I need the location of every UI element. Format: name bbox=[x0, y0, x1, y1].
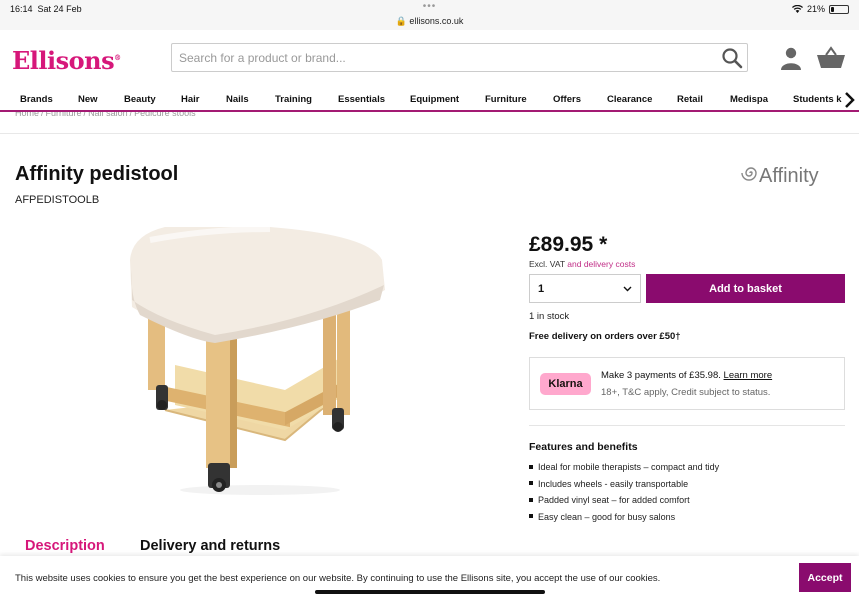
vat-note: Excl. VAT and delivery costs bbox=[529, 259, 636, 269]
home-indicator[interactable] bbox=[315, 590, 545, 594]
wifi-icon bbox=[791, 5, 803, 13]
features-heading: Features and benefits bbox=[529, 441, 638, 453]
klarna-offer: Make 3 payments of £35.98. Learn more bbox=[601, 370, 773, 381]
tab-description[interactable]: Description bbox=[25, 538, 105, 554]
breadcrumb-item[interactable]: Furniture bbox=[46, 112, 82, 118]
feature-item: Padded vinyl seat – for added comfort bbox=[529, 492, 719, 509]
breadcrumb-separator: / bbox=[129, 112, 133, 118]
search-input[interactable] bbox=[172, 44, 712, 71]
url-text: ellisons.co.uk bbox=[409, 16, 464, 26]
account-icon[interactable] bbox=[779, 46, 803, 70]
nav-item-equipment[interactable]: Equipment bbox=[410, 94, 459, 105]
chevron-right-icon[interactable] bbox=[842, 91, 856, 109]
affinity-brand-logo[interactable]: Affinity bbox=[740, 163, 819, 188]
stock-status: 1 in stock bbox=[529, 311, 570, 322]
product-sku: AFPEDISTOOLB bbox=[15, 194, 100, 206]
search-box[interactable] bbox=[171, 43, 748, 72]
nav-item-beauty[interactable]: Beauty bbox=[124, 94, 156, 105]
product-price: £89.95 * bbox=[529, 233, 608, 256]
search-icon[interactable] bbox=[721, 47, 743, 69]
status-bar: 16:14 Sat 24 Feb ••• 🔒 ellisons.co.uk 21… bbox=[0, 0, 859, 30]
ellisons-logo[interactable]: Ellisons® bbox=[12, 46, 121, 75]
cookie-text: This website uses cookies to ensure you … bbox=[15, 573, 661, 584]
divider bbox=[529, 425, 845, 426]
nav-item-nails[interactable]: Nails bbox=[226, 94, 249, 105]
battery-icon bbox=[829, 4, 849, 14]
nav-item-clearance[interactable]: Clearance bbox=[607, 94, 652, 105]
accept-cookies-button[interactable]: Accept bbox=[799, 563, 851, 592]
main-nav: Brands New Beauty Hair Nails Training Essentia… bbox=[0, 90, 859, 112]
feature-item: Easy clean – good for busy salons bbox=[529, 509, 719, 526]
add-to-basket-button[interactable]: Add to basket bbox=[646, 274, 845, 303]
klarna-panel: Klarna Make 3 payments of £35.98. Learn … bbox=[529, 357, 845, 410]
klarna-terms: 18+, T&C apply, Credit subject to status… bbox=[601, 387, 771, 398]
breadcrumb-item[interactable]: Home bbox=[15, 112, 39, 118]
nav-item-medispa[interactable]: Medispa bbox=[730, 94, 768, 105]
nav-item-new[interactable]: New bbox=[78, 94, 98, 105]
features-list: Ideal for mobile therapists – compact an… bbox=[529, 459, 719, 525]
product-image[interactable] bbox=[120, 215, 395, 500]
breadcrumb-item[interactable]: Pedicure stools bbox=[134, 112, 196, 118]
feature-item: Includes wheels - easily transportable bbox=[529, 476, 719, 493]
breadcrumb: Home / Furniture / Nail salon / Pedicure stool… bbox=[15, 112, 198, 120]
nav-item-brands[interactable]: Brands bbox=[20, 94, 53, 105]
tab-delivery-returns[interactable]: Delivery and returns bbox=[140, 538, 280, 554]
nav-item-retail[interactable]: Retail bbox=[677, 94, 703, 105]
learn-more-link[interactable]: Learn more bbox=[724, 370, 773, 381]
breadcrumb-separator: / bbox=[83, 112, 87, 118]
nav-item-students-k[interactable]: Students k bbox=[793, 94, 842, 105]
quantity-select[interactable]: 1 bbox=[529, 274, 641, 303]
status-indicators: 21% bbox=[791, 4, 849, 14]
basket-icon[interactable] bbox=[816, 46, 846, 70]
nav-item-furniture[interactable]: Furniture bbox=[485, 94, 527, 105]
free-delivery-note: Free delivery on orders over £50† bbox=[529, 331, 681, 342]
battery-percent: 21% bbox=[806, 4, 825, 14]
chevron-down-icon bbox=[623, 286, 632, 291]
quantity-value: 1 bbox=[538, 282, 545, 295]
nav-item-hair[interactable]: Hair bbox=[181, 94, 199, 105]
tab-dots-icon[interactable]: ••• bbox=[0, 1, 859, 12]
breadcrumb-separator: / bbox=[41, 112, 44, 118]
feature-item: Ideal for mobile therapists – compact an… bbox=[529, 459, 719, 476]
breadcrumb-item[interactable]: Nail salon bbox=[88, 112, 128, 118]
lock-icon: 🔒 bbox=[395, 16, 407, 26]
klarna-logo: Klarna bbox=[540, 373, 591, 395]
nav-item-essentials[interactable]: Essentials bbox=[338, 94, 385, 105]
delivery-costs-link[interactable]: and delivery costs bbox=[567, 259, 635, 269]
address-bar[interactable]: 🔒 ellisons.co.uk bbox=[0, 16, 859, 27]
divider bbox=[0, 133, 859, 134]
nav-item-training[interactable]: Training bbox=[275, 94, 312, 105]
nav-item-offers[interactable]: Offers bbox=[553, 94, 581, 105]
product-title: Affinity pedistool bbox=[15, 163, 179, 185]
